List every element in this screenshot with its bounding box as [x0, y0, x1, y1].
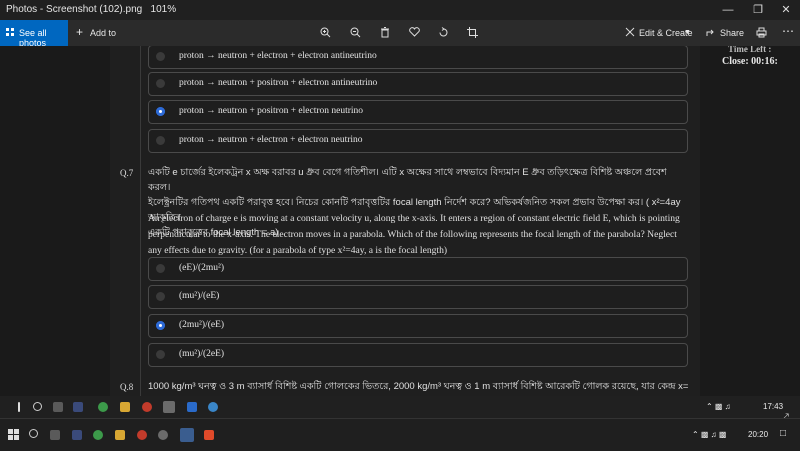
option-text: (mu²)/(eE)	[179, 291, 220, 301]
tray-icons[interactable]: ⌃ ▩ ♫ ▩	[692, 430, 727, 439]
crop-icon	[467, 27, 478, 38]
start-icon	[18, 402, 20, 412]
rotate-icon	[439, 27, 448, 37]
prev-option-2[interactable]: proton → neutron + positron + electron a…	[148, 72, 688, 96]
plus-icon: +	[76, 25, 84, 39]
option-text: (eE)/(2mu²)	[179, 263, 225, 273]
option-text: proton → neutron + positron + electron n…	[179, 106, 364, 116]
search-icon[interactable]	[29, 429, 38, 438]
question-line: একটি e চার্জের ইলেকট্রন x অক্ষ বরাবর u ধ…	[148, 167, 667, 193]
q7-option-c[interactable]: (2mu²)/(eE)	[148, 314, 688, 338]
radio-icon[interactable]	[156, 79, 165, 88]
radio-icon[interactable]	[156, 136, 165, 145]
delete-button[interactable]	[380, 20, 394, 46]
zoom-in-button[interactable]	[320, 20, 334, 46]
windows-start-icon[interactable]	[8, 429, 19, 440]
question-english-text: An electron of charge e is moving at a c…	[148, 211, 688, 259]
prev-option-3[interactable]: proton → neutron + positron + electron n…	[148, 100, 688, 124]
tray-icons: ⌃ ▩ ♫	[706, 402, 731, 411]
see-all-photos-button[interactable]: See all photos	[0, 20, 68, 48]
app-icon	[142, 402, 152, 412]
chrome-icon	[163, 401, 175, 413]
zoom-out-icon	[350, 27, 361, 38]
brave-icon[interactable]	[204, 430, 214, 440]
printer-icon	[756, 27, 767, 38]
window-title: Photos - Screenshot (102).png 101%	[6, 4, 177, 15]
folder-icon	[120, 402, 130, 412]
notification-icon[interactable]: □	[780, 428, 786, 439]
trash-icon	[381, 27, 389, 38]
title-bar: Photos - Screenshot (102).png 101% — ❐ ✕	[0, 0, 800, 20]
close-timer: Close: 00:16:	[722, 56, 778, 67]
time-left-label: Time Left :	[728, 46, 772, 54]
zoom-level: 101%	[150, 4, 177, 15]
q7-option-d[interactable]: (mu²)/(2eE)	[148, 343, 688, 367]
question-number: Q.7	[120, 168, 134, 178]
edit-icon	[625, 27, 635, 37]
whatsapp-icon[interactable]	[93, 430, 103, 440]
q7-option-a[interactable]: (eE)/(2mu²)	[148, 257, 688, 281]
see-all-photos-label: See all photos	[19, 28, 47, 48]
app-icon	[73, 402, 83, 412]
share-label: Share	[720, 28, 745, 38]
more-options-button[interactable]: ⋯	[782, 20, 796, 46]
maximize-button[interactable]: ❐	[750, 2, 766, 18]
timer-panel	[703, 46, 800, 396]
zoom-in-icon	[320, 27, 331, 38]
radio-icon[interactable]	[156, 264, 165, 273]
option-text: (mu²)/(2eE)	[179, 349, 225, 359]
captured-taskbar: ⌃ ▩ ♫ 17:43	[0, 396, 800, 418]
option-text: proton → neutron + electron + electron n…	[179, 135, 363, 145]
folder-icon[interactable]	[115, 430, 125, 440]
inner-clock: 17:43	[763, 402, 784, 411]
option-text: proton → neutron + positron + electron a…	[179, 78, 378, 88]
zoom-out-button[interactable]	[350, 20, 364, 46]
share-icon	[706, 29, 714, 36]
minimize-button[interactable]: —	[720, 2, 736, 18]
browser-icon	[208, 402, 218, 412]
gallery-icon	[6, 28, 14, 36]
divider	[140, 46, 141, 396]
add-to-button[interactable]: + Add to	[76, 20, 126, 46]
share-button[interactable]: Share	[706, 20, 746, 46]
crop-button[interactable]	[467, 20, 481, 46]
app-icon[interactable]	[72, 430, 82, 440]
chrome-icon[interactable]	[158, 430, 168, 440]
radio-icon[interactable]	[156, 292, 165, 301]
edit-create-button[interactable]: Edit & Create ▼	[625, 20, 695, 46]
question-number: Q.8	[120, 382, 134, 392]
option-text: (2mu²)/(eE)	[179, 320, 225, 330]
q7-option-b[interactable]: (mu²)/(eE)	[148, 285, 688, 309]
add-to-label: Add to	[90, 28, 117, 38]
option-text: proton → neutron + electron + electron a…	[179, 51, 377, 61]
favorite-button[interactable]	[409, 20, 423, 46]
windows-taskbar: ⌃ ▩ ♫ ▩ 20:20 □	[0, 418, 800, 451]
question-bengali-text: 1000 kg/m³ ঘনত্ব ও 3 m ব্যাসার্ধ বিশিষ্ট…	[148, 381, 688, 392]
radio-selected-icon[interactable]	[156, 107, 165, 116]
print-button[interactable]	[756, 20, 770, 46]
rotate-button[interactable]	[438, 20, 452, 46]
taskview-icon[interactable]	[50, 430, 60, 440]
question-line: An electron of charge e is moving at a c…	[148, 213, 680, 224]
app-icon	[187, 402, 197, 412]
heart-icon	[409, 27, 420, 37]
search-icon	[33, 402, 42, 411]
taskview-icon	[53, 402, 63, 412]
chevron-down-icon: ▼	[684, 29, 691, 36]
close-button[interactable]: ✕	[778, 2, 794, 18]
radio-selected-icon[interactable]	[156, 321, 165, 330]
photos-icon[interactable]	[180, 428, 194, 442]
taskbar-clock[interactable]: 20:20	[748, 430, 768, 439]
question-line: perpendicular to the x-axis. The electro…	[148, 229, 677, 240]
more-icon: ⋯	[782, 24, 794, 38]
prev-option-4[interactable]: proton → neutron + electron + electron n…	[148, 129, 688, 153]
app-icon[interactable]	[137, 430, 147, 440]
image-viewer: proton → neutron + electron + electron a…	[0, 46, 800, 396]
whatsapp-icon	[98, 402, 108, 412]
photos-toolbar: See all photos + Add to Edit & Create ▼ …	[0, 20, 800, 48]
prev-option-1[interactable]: proton → neutron + electron + electron a…	[148, 46, 688, 69]
radio-icon[interactable]	[156, 350, 165, 359]
radio-icon[interactable]	[156, 52, 165, 61]
